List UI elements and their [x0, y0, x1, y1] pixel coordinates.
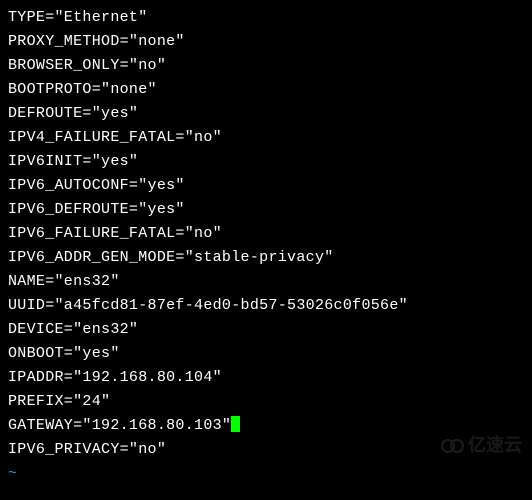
config-line[interactable]: DEFROUTE="yes": [8, 102, 524, 126]
cursor-block: [231, 416, 240, 432]
config-line[interactable]: IPV6_ADDR_GEN_MODE="stable-privacy": [8, 246, 524, 270]
config-line[interactable]: IPV6_DEFROUTE="yes": [8, 198, 524, 222]
config-line[interactable]: GATEWAY="192.168.80.103": [8, 414, 524, 438]
config-line[interactable]: IPV6_FAILURE_FATAL="no": [8, 222, 524, 246]
config-line[interactable]: NAME="ens32": [8, 270, 524, 294]
config-line[interactable]: PREFIX="24": [8, 390, 524, 414]
config-line[interactable]: DEVICE="ens32": [8, 318, 524, 342]
config-line[interactable]: TYPE="Ethernet": [8, 6, 524, 30]
config-line[interactable]: IPV6INIT="yes": [8, 150, 524, 174]
config-line[interactable]: IPV6_PRIVACY="no": [8, 438, 524, 462]
terminal-editor[interactable]: TYPE="Ethernet"PROXY_METHOD="none"BROWSE…: [8, 6, 524, 486]
config-line[interactable]: IPV6_AUTOCONF="yes": [8, 174, 524, 198]
config-line[interactable]: IPADDR="192.168.80.104": [8, 366, 524, 390]
config-line[interactable]: IPV4_FAILURE_FATAL="no": [8, 126, 524, 150]
config-line[interactable]: UUID="a45fcd81-87ef-4ed0-bd57-53026c0f05…: [8, 294, 524, 318]
config-line[interactable]: PROXY_METHOD="none": [8, 30, 524, 54]
config-line[interactable]: BROWSER_ONLY="no": [8, 54, 524, 78]
config-line[interactable]: ONBOOT="yes": [8, 342, 524, 366]
vi-tilde-line: ~: [8, 462, 524, 486]
config-line[interactable]: BOOTPROTO="none": [8, 78, 524, 102]
